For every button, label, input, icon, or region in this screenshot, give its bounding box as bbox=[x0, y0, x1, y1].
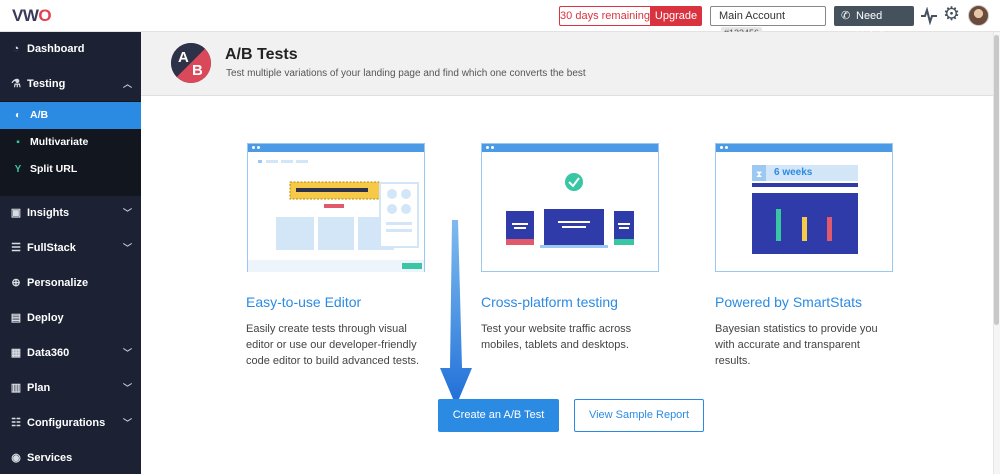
feature-title-editor: Easy-to-use Editor bbox=[246, 294, 362, 310]
account-label: Main Account bbox=[719, 10, 786, 22]
sidebar-item-label: Deploy bbox=[27, 312, 64, 324]
plan-icon: ▥ bbox=[10, 382, 22, 394]
gauge-icon: ◔ bbox=[12, 43, 20, 55]
deploy-icon: ▤ bbox=[10, 312, 22, 324]
ab-test-logo: A B bbox=[171, 43, 211, 83]
trial-remaining-badge: 30 days remaining bbox=[559, 6, 651, 26]
chevron-up-icon: ︿ bbox=[122, 79, 132, 89]
sidebar-item-label: Data360 bbox=[27, 347, 70, 359]
sidebar-item-services[interactable]: ◉ Services bbox=[0, 441, 141, 474]
editor-illustration bbox=[247, 143, 425, 272]
vwo-logo[interactable]: VWO bbox=[12, 6, 52, 26]
feature-desc-smartstats: Bayesian statistics to provide you with … bbox=[715, 323, 878, 367]
pulse-icon[interactable] bbox=[920, 7, 938, 25]
scrollbar-thumb[interactable] bbox=[994, 35, 999, 325]
sidebar-item-label: Personalize bbox=[27, 277, 89, 289]
page-title: A/B Tests bbox=[225, 46, 298, 63]
svg-text:⧗: ⧗ bbox=[756, 170, 762, 180]
feature-desc-cross-platform: Test your website traffic across mobiles… bbox=[481, 323, 632, 351]
sidebar-item-plan[interactable]: ▥ Plan ﹀ bbox=[0, 371, 141, 405]
ab-logo-b: B bbox=[192, 62, 203, 79]
sidebar-subitem-split-url[interactable]: Y Split URL bbox=[0, 156, 141, 183]
flask-icon: ⚗ bbox=[11, 78, 21, 90]
sidebar-item-deploy[interactable]: ▤ Deploy bbox=[0, 301, 141, 335]
page-subtitle: Test multiple variations of your landing… bbox=[226, 68, 586, 79]
sidebar-item-label: Dashboard bbox=[27, 43, 85, 55]
chevron-down-icon: ﹀ bbox=[122, 348, 132, 358]
need-help-button[interactable]: ✆ Need Help? bbox=[834, 6, 914, 42]
sidebar-subitem-multivariate[interactable]: ▪ Multivariate bbox=[0, 129, 141, 156]
fullstack-icon: ☰ bbox=[11, 242, 21, 254]
sidebar-item-fullstack[interactable]: ☰ FullStack ﹀ bbox=[0, 231, 141, 265]
feature-title-smartstats: Powered by SmartStats bbox=[715, 294, 863, 310]
sidebar-subitem-label: Multivariate bbox=[30, 136, 89, 148]
sidebar-item-label: Configurations bbox=[27, 417, 106, 429]
sidebar-item-personalize[interactable]: ⊕ Personalize bbox=[0, 266, 141, 300]
sidebar-subitem-ab[interactable]: ◐ A/B bbox=[0, 102, 141, 129]
sidebar-item-configurations[interactable]: ☷ Configurations ﹀ bbox=[0, 406, 141, 440]
smartstats-illustration: ⧗ 6 weeks bbox=[715, 143, 893, 272]
split-icon: Y bbox=[14, 164, 22, 175]
ab-icon: ◐ bbox=[14, 110, 22, 121]
avatar[interactable] bbox=[968, 5, 989, 26]
phone-icon: ✆ bbox=[841, 10, 851, 22]
sliders-icon: ☷ bbox=[11, 417, 21, 429]
sidebar-item-testing[interactable]: ⚗ Testing ︿ bbox=[0, 67, 141, 101]
sidebar-item-data360[interactable]: ▦ Data360 ﹀ bbox=[0, 336, 141, 370]
smartstats-duration-badge: 6 weeks bbox=[774, 167, 813, 178]
arrow-pointer bbox=[440, 220, 472, 406]
gear-icon[interactable]: ⚙ bbox=[943, 5, 960, 25]
page-header: A B A/B Tests Test multiple variations o… bbox=[141, 32, 998, 96]
sidebar-subitem-label: Split URL bbox=[30, 163, 78, 175]
sidebar-item-insights[interactable]: ▣ Insights ﹀ bbox=[0, 196, 141, 230]
top-bar: VWO 30 days remaining Upgrade Main Accou… bbox=[0, 0, 1000, 42]
grid-icon: ▪ bbox=[16, 137, 20, 148]
create-ab-test-button[interactable]: Create an A/B Test bbox=[438, 399, 559, 432]
sidebar-item-label: Plan bbox=[27, 382, 51, 394]
feature-desc-editor: Easily create tests through visual edito… bbox=[246, 323, 420, 367]
database-icon: ▦ bbox=[10, 347, 22, 359]
sidebar: ◔ Dashboard ⚗ Testing ︿ ◐ A/B ▪ Multivar… bbox=[0, 32, 141, 474]
sidebar-item-dashboard[interactable]: ◔ Dashboard bbox=[0, 32, 141, 66]
cross-platform-illustration bbox=[481, 143, 659, 272]
view-sample-report-button[interactable]: View Sample Report bbox=[574, 399, 704, 432]
ab-logo-a: A bbox=[178, 49, 189, 66]
upgrade-button[interactable]: Upgrade bbox=[650, 6, 702, 26]
chevron-down-icon: ﹀ bbox=[122, 418, 132, 428]
account-switcher[interactable]: Main Account#123456 bbox=[710, 6, 826, 40]
chevron-down-icon: ﹀ bbox=[122, 243, 132, 253]
target-icon: ⊕ bbox=[11, 277, 21, 289]
services-icon: ◉ bbox=[11, 452, 21, 464]
sidebar-item-label: FullStack bbox=[27, 242, 76, 254]
sidebar-item-label: Services bbox=[27, 452, 73, 464]
insights-icon: ▣ bbox=[10, 207, 22, 219]
sidebar-subitem-label: A/B bbox=[30, 109, 49, 121]
chevron-down-icon: ﹀ bbox=[122, 208, 132, 218]
feature-title-cross-platform: Cross-platform testing bbox=[481, 294, 618, 310]
sidebar-item-label: Testing bbox=[27, 78, 66, 90]
chevron-down-icon: ﹀ bbox=[122, 383, 132, 393]
sidebar-item-label: Insights bbox=[27, 207, 70, 219]
